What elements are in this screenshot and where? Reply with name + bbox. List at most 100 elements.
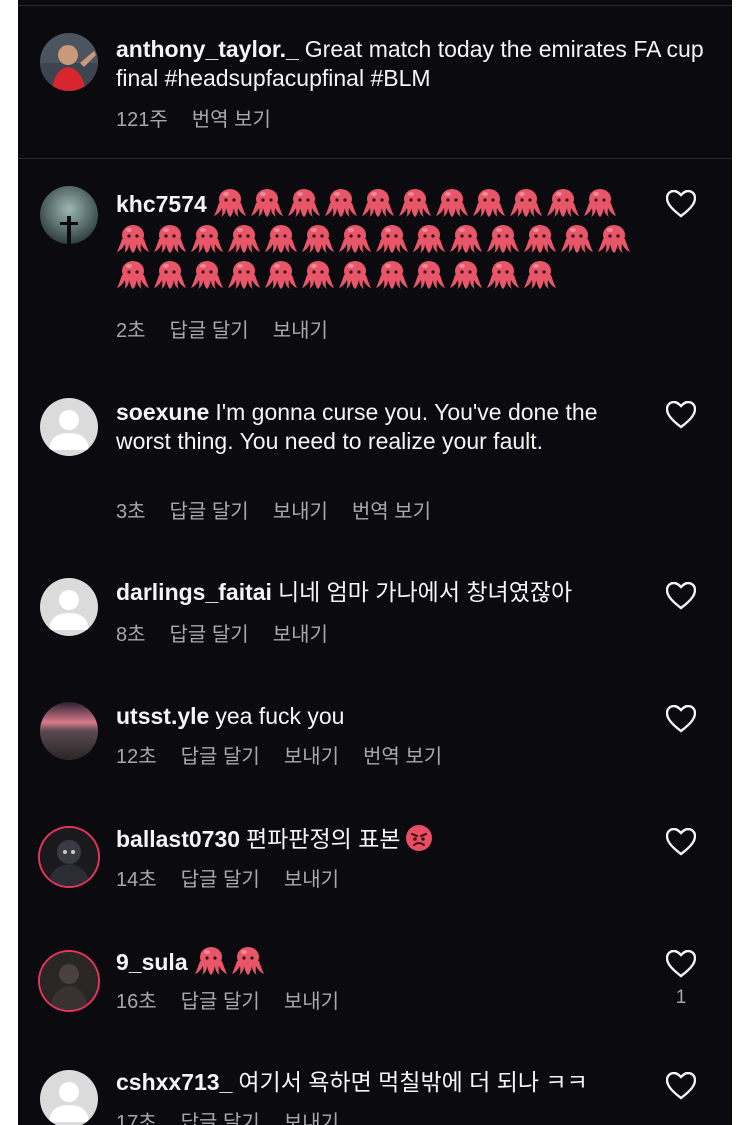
comment-time: 14초 (116, 869, 157, 891)
octopus-emoji (523, 260, 557, 290)
heart-icon[interactable] (666, 1072, 696, 1100)
octopus-emoji (301, 224, 335, 254)
octopus-emoji (213, 188, 247, 218)
reply-button[interactable]: 답글 달기 (181, 1112, 260, 1125)
caption-text: anthony_taylor._ Great match today the em… (116, 36, 704, 91)
comment-username[interactable]: 9_sula (116, 949, 188, 975)
heart-icon[interactable] (666, 582, 696, 610)
octopus-emoji (486, 260, 520, 290)
octopus-emoji (338, 224, 372, 254)
avatar[interactable] (40, 1070, 98, 1125)
octopus-emoji (116, 260, 150, 290)
translate-link[interactable]: 번역 보기 (363, 746, 442, 768)
send-button[interactable]: 보내기 (284, 869, 339, 891)
reply-button[interactable]: 답글 달기 (170, 624, 249, 646)
heart-icon[interactable] (666, 828, 696, 856)
comment-meta: 12초 답글 달기 보내기 번역 보기 (116, 745, 466, 769)
heart-icon[interactable] (666, 401, 696, 429)
post-caption: anthony_taylor._ Great match today the em… (18, 0, 732, 159)
octopus-emoji (301, 260, 335, 290)
comment-text: ballast0730 편파판정의 표본 (116, 824, 656, 854)
comment-username[interactable]: ballast0730 (116, 826, 240, 852)
octopus-emoji (194, 946, 228, 976)
comment-meta: 2초 답글 달기 보내기 (116, 319, 352, 343)
octopus-emoji (486, 224, 520, 254)
comment-username[interactable]: soexune (116, 399, 209, 425)
comment-time: 3초 (116, 501, 146, 523)
reply-button[interactable]: 답글 달기 (181, 991, 260, 1013)
angry-face-emoji (405, 824, 433, 852)
send-button[interactable]: 보내기 (284, 1112, 339, 1125)
translate-link[interactable]: 번역 보기 (192, 109, 271, 131)
reply-button[interactable]: 답글 달기 (181, 869, 260, 891)
caption-username[interactable]: anthony_taylor._ (116, 36, 299, 62)
heart-icon[interactable] (666, 705, 696, 733)
send-button[interactable]: 보내기 (284, 991, 339, 1013)
comment-username[interactable]: utsst.yle (116, 703, 209, 729)
reply-button[interactable]: 답글 달기 (181, 746, 260, 768)
avatar[interactable] (40, 952, 98, 1010)
octopus-emoji (509, 188, 543, 218)
like-count: 1 (675, 987, 687, 1008)
avatar[interactable] (40, 33, 98, 91)
heart-icon[interactable] (666, 190, 696, 218)
octopus-emoji (435, 188, 469, 218)
comment-username[interactable]: darlings_faitai (116, 579, 272, 605)
avatar[interactable] (40, 186, 98, 244)
comment-text: soexune I'm gonna curse you. You've done … (116, 399, 598, 454)
comment-time: 2초 (116, 320, 146, 342)
comment-time: 17초 (116, 1112, 157, 1125)
avatar[interactable] (40, 398, 98, 456)
comment-meta: 17초 답글 달기 보내기 (116, 1111, 363, 1125)
comment-meta: 3초 답글 달기 보내기 번역 보기 (116, 500, 455, 524)
heart-icon[interactable] (666, 950, 696, 978)
send-button[interactable]: 보내기 (273, 320, 328, 342)
octopus-emoji (338, 260, 372, 290)
octopus-emoji (449, 260, 483, 290)
comment-meta: 16초 답글 달기 보내기 (116, 990, 363, 1014)
octopus-emoji (190, 224, 224, 254)
octopus-emoji (412, 260, 446, 290)
octopus-emoji (398, 188, 432, 218)
comment-text: khc7574 (116, 186, 656, 294)
octopus-emoji (153, 260, 187, 290)
comments-screen: anthony_taylor._ Great match today the em… (18, 0, 732, 1125)
octopus-emoji (375, 260, 409, 290)
send-button[interactable]: 보내기 (273, 501, 328, 523)
octopus-emoji (583, 188, 617, 218)
comment-time: 16초 (116, 991, 157, 1013)
octopus-emoji (523, 224, 557, 254)
octopus-emoji (190, 260, 224, 290)
send-button[interactable]: 보내기 (273, 624, 328, 646)
octopus-emoji (472, 188, 506, 218)
octopus-emoji (116, 224, 150, 254)
comment-username[interactable]: khc7574 (116, 191, 207, 217)
comment-text: darlings_faitai 니네 엄마 가나에서 창녀였잖아 (116, 579, 573, 605)
octopus-emoji (560, 224, 594, 254)
reply-button[interactable]: 답글 달기 (170, 501, 249, 523)
caption-meta: 121주 번역 보기 (116, 108, 295, 132)
octopus-emoji (546, 188, 580, 218)
octopus-emoji (264, 260, 298, 290)
comment-text: cshxx713_ 여기서 욕하면 먹칠밖에 더 되나 ㅋㅋ (116, 1069, 588, 1095)
comment-username[interactable]: cshxx713_ (116, 1069, 232, 1095)
comment-text: utsst.yle yea fuck you (116, 703, 345, 729)
avatar[interactable] (40, 828, 98, 886)
avatar[interactable] (40, 578, 98, 636)
octopus-emoji (250, 188, 284, 218)
comment-time: 12초 (116, 746, 157, 768)
comment-time: 8초 (116, 624, 146, 646)
comment-meta: 14초 답글 달기 보내기 (116, 868, 363, 892)
translate-link[interactable]: 번역 보기 (352, 501, 431, 523)
caption-time: 121주 (116, 109, 168, 131)
comment-meta: 8초 답글 달기 보내기 (116, 623, 352, 647)
octopus-emoji (227, 224, 261, 254)
octopus-emoji (361, 188, 395, 218)
octopus-emoji (324, 188, 358, 218)
reply-button[interactable]: 답글 달기 (170, 320, 249, 342)
send-button[interactable]: 보내기 (284, 746, 339, 768)
avatar[interactable] (40, 702, 98, 760)
comment-text: 9_sula (116, 944, 656, 980)
octopus-emoji (227, 260, 261, 290)
octopus-emoji (412, 224, 446, 254)
